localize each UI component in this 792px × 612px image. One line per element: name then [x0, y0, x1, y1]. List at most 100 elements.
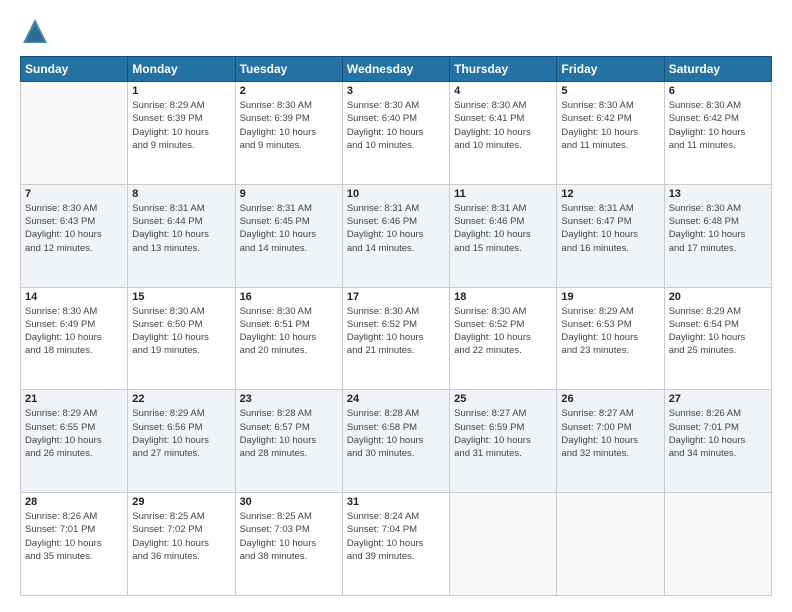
calendar-cell: 3 Sunrise: 8:30 AM Sunset: 6:40 PM Daylig… [342, 82, 449, 185]
calendar-cell: 10 Sunrise: 8:31 AM Sunset: 6:46 PM Dayli… [342, 184, 449, 287]
calendar-cell [21, 82, 128, 185]
calendar-cell: 13Sunrise: 8:30 AM Sunset: 6:48 PM Dayli… [664, 184, 771, 287]
calendar-cell: 15Sunrise: 8:30 AM Sunset: 6:50 PM Dayli… [128, 287, 235, 390]
calendar-cell: 29 Sunrise: 8:25 AM Sunset: 7:02 PM Dayli… [128, 493, 235, 596]
calendar-cell: 14Sunrise: 8:30 AM Sunset: 6:49 PM Dayli… [21, 287, 128, 390]
weekday-header-row: SundayMondayTuesdayWednesdayThursdayFrid… [21, 57, 772, 82]
day-number: 16 [240, 291, 338, 303]
day-number: 20 [669, 291, 767, 303]
calendar-week-row: 21 Sunrise: 8:29 AM Sunset: 6:55 PM Dayli… [21, 390, 772, 493]
day-number: 7 [25, 188, 123, 200]
day-number: 27 [669, 393, 767, 405]
day-number: 5 [561, 85, 659, 97]
day-number: 29 [132, 496, 230, 508]
day-number: 4 [454, 85, 552, 97]
weekday-header-friday: Friday [557, 57, 664, 82]
calendar-cell: 23 Sunrise: 8:28 AM Sunset: 6:57 PM Dayli… [235, 390, 342, 493]
calendar-cell: 2 Sunrise: 8:30 AM Sunset: 6:39 PM Daylig… [235, 82, 342, 185]
logo [20, 16, 54, 46]
day-number: 24 [347, 393, 445, 405]
calendar-cell: 31 Sunrise: 8:24 AM Sunset: 7:04 PM Dayli… [342, 493, 449, 596]
calendar-cell: 27 Sunrise: 8:26 AM Sunset: 7:01 PM Dayli… [664, 390, 771, 493]
header [20, 16, 772, 46]
day-number: 15 [132, 291, 230, 303]
logo-icon [20, 16, 50, 46]
day-detail: Sunrise: 8:28 AM Sunset: 6:57 PM Dayligh… [240, 407, 338, 460]
day-detail: Sunrise: 8:27 AM Sunset: 6:59 PM Dayligh… [454, 407, 552, 460]
day-number: 30 [240, 496, 338, 508]
day-detail: Sunrise: 8:25 AM Sunset: 7:02 PM Dayligh… [132, 510, 230, 563]
day-detail: Sunrise: 8:30 AM Sunset: 6:52 PM Dayligh… [347, 305, 445, 358]
day-detail: Sunrise: 8:30 AM Sunset: 6:42 PM Dayligh… [669, 99, 767, 152]
day-number: 23 [240, 393, 338, 405]
calendar-table: SundayMondayTuesdayWednesdayThursdayFrid… [20, 56, 772, 596]
calendar-cell: 11 Sunrise: 8:31 AM Sunset: 6:46 PM Dayli… [450, 184, 557, 287]
day-number: 31 [347, 496, 445, 508]
day-detail: Sunrise: 8:31 AM Sunset: 6:45 PM Dayligh… [240, 202, 338, 255]
day-number: 10 [347, 188, 445, 200]
day-number: 28 [25, 496, 123, 508]
day-detail: Sunrise: 8:30 AM Sunset: 6:41 PM Dayligh… [454, 99, 552, 152]
calendar-cell: 30 Sunrise: 8:25 AM Sunset: 7:03 PM Dayli… [235, 493, 342, 596]
day-number: 21 [25, 393, 123, 405]
day-detail: Sunrise: 8:29 AM Sunset: 6:55 PM Dayligh… [25, 407, 123, 460]
day-detail: Sunrise: 8:29 AM Sunset: 6:54 PM Dayligh… [669, 305, 767, 358]
day-detail: Sunrise: 8:30 AM Sunset: 6:39 PM Dayligh… [240, 99, 338, 152]
day-detail: Sunrise: 8:26 AM Sunset: 7:01 PM Dayligh… [669, 407, 767, 460]
calendar-cell: 25 Sunrise: 8:27 AM Sunset: 6:59 PM Dayli… [450, 390, 557, 493]
day-detail: Sunrise: 8:30 AM Sunset: 6:42 PM Dayligh… [561, 99, 659, 152]
calendar-cell: 21 Sunrise: 8:29 AM Sunset: 6:55 PM Dayli… [21, 390, 128, 493]
weekday-header-saturday: Saturday [664, 57, 771, 82]
day-number: 22 [132, 393, 230, 405]
weekday-header-thursday: Thursday [450, 57, 557, 82]
day-detail: Sunrise: 8:30 AM Sunset: 6:43 PM Dayligh… [25, 202, 123, 255]
calendar-cell: 6Sunrise: 8:30 AM Sunset: 6:42 PM Daylig… [664, 82, 771, 185]
day-detail: Sunrise: 8:31 AM Sunset: 6:47 PM Dayligh… [561, 202, 659, 255]
day-detail: Sunrise: 8:24 AM Sunset: 7:04 PM Dayligh… [347, 510, 445, 563]
day-detail: Sunrise: 8:30 AM Sunset: 6:40 PM Dayligh… [347, 99, 445, 152]
day-number: 2 [240, 85, 338, 97]
calendar-cell: 4 Sunrise: 8:30 AM Sunset: 6:41 PM Daylig… [450, 82, 557, 185]
calendar-cell: 19 Sunrise: 8:29 AM Sunset: 6:53 PM Dayli… [557, 287, 664, 390]
calendar-cell: 26Sunrise: 8:27 AM Sunset: 7:00 PM Dayli… [557, 390, 664, 493]
page: SundayMondayTuesdayWednesdayThursdayFrid… [0, 0, 792, 612]
weekday-header-wednesday: Wednesday [342, 57, 449, 82]
day-number: 3 [347, 85, 445, 97]
calendar-cell [450, 493, 557, 596]
calendar-week-row: 7 Sunrise: 8:30 AM Sunset: 6:43 PM Daylig… [21, 184, 772, 287]
day-detail: Sunrise: 8:31 AM Sunset: 6:44 PM Dayligh… [132, 202, 230, 255]
day-number: 13 [669, 188, 767, 200]
day-number: 1 [132, 85, 230, 97]
calendar-cell: 22 Sunrise: 8:29 AM Sunset: 6:56 PM Dayli… [128, 390, 235, 493]
calendar-week-row: 28 Sunrise: 8:26 AM Sunset: 7:01 PM Dayli… [21, 493, 772, 596]
day-detail: Sunrise: 8:26 AM Sunset: 7:01 PM Dayligh… [25, 510, 123, 563]
calendar-cell: 5 Sunrise: 8:30 AM Sunset: 6:42 PM Daylig… [557, 82, 664, 185]
day-detail: Sunrise: 8:30 AM Sunset: 6:51 PM Dayligh… [240, 305, 338, 358]
calendar-cell: 16 Sunrise: 8:30 AM Sunset: 6:51 PM Dayli… [235, 287, 342, 390]
day-detail: Sunrise: 8:31 AM Sunset: 6:46 PM Dayligh… [454, 202, 552, 255]
day-number: 18 [454, 291, 552, 303]
day-number: 19 [561, 291, 659, 303]
day-detail: Sunrise: 8:29 AM Sunset: 6:56 PM Dayligh… [132, 407, 230, 460]
day-detail: Sunrise: 8:31 AM Sunset: 6:46 PM Dayligh… [347, 202, 445, 255]
day-detail: Sunrise: 8:30 AM Sunset: 6:52 PM Dayligh… [454, 305, 552, 358]
weekday-header-tuesday: Tuesday [235, 57, 342, 82]
day-number: 9 [240, 188, 338, 200]
calendar-week-row: 14Sunrise: 8:30 AM Sunset: 6:49 PM Dayli… [21, 287, 772, 390]
day-number: 25 [454, 393, 552, 405]
day-number: 12 [561, 188, 659, 200]
day-detail: Sunrise: 8:27 AM Sunset: 7:00 PM Dayligh… [561, 407, 659, 460]
day-number: 8 [132, 188, 230, 200]
calendar-cell: 17Sunrise: 8:30 AM Sunset: 6:52 PM Dayli… [342, 287, 449, 390]
day-number: 11 [454, 188, 552, 200]
day-number: 14 [25, 291, 123, 303]
day-detail: Sunrise: 8:25 AM Sunset: 7:03 PM Dayligh… [240, 510, 338, 563]
calendar-cell: 1Sunrise: 8:29 AM Sunset: 6:39 PM Daylig… [128, 82, 235, 185]
calendar-cell: 9 Sunrise: 8:31 AM Sunset: 6:45 PM Daylig… [235, 184, 342, 287]
weekday-header-monday: Monday [128, 57, 235, 82]
day-detail: Sunrise: 8:29 AM Sunset: 6:53 PM Dayligh… [561, 305, 659, 358]
calendar-cell: 8 Sunrise: 8:31 AM Sunset: 6:44 PM Daylig… [128, 184, 235, 287]
calendar-cell: 24 Sunrise: 8:28 AM Sunset: 6:58 PM Dayli… [342, 390, 449, 493]
calendar-cell: 12 Sunrise: 8:31 AM Sunset: 6:47 PM Dayli… [557, 184, 664, 287]
day-detail: Sunrise: 8:28 AM Sunset: 6:58 PM Dayligh… [347, 407, 445, 460]
